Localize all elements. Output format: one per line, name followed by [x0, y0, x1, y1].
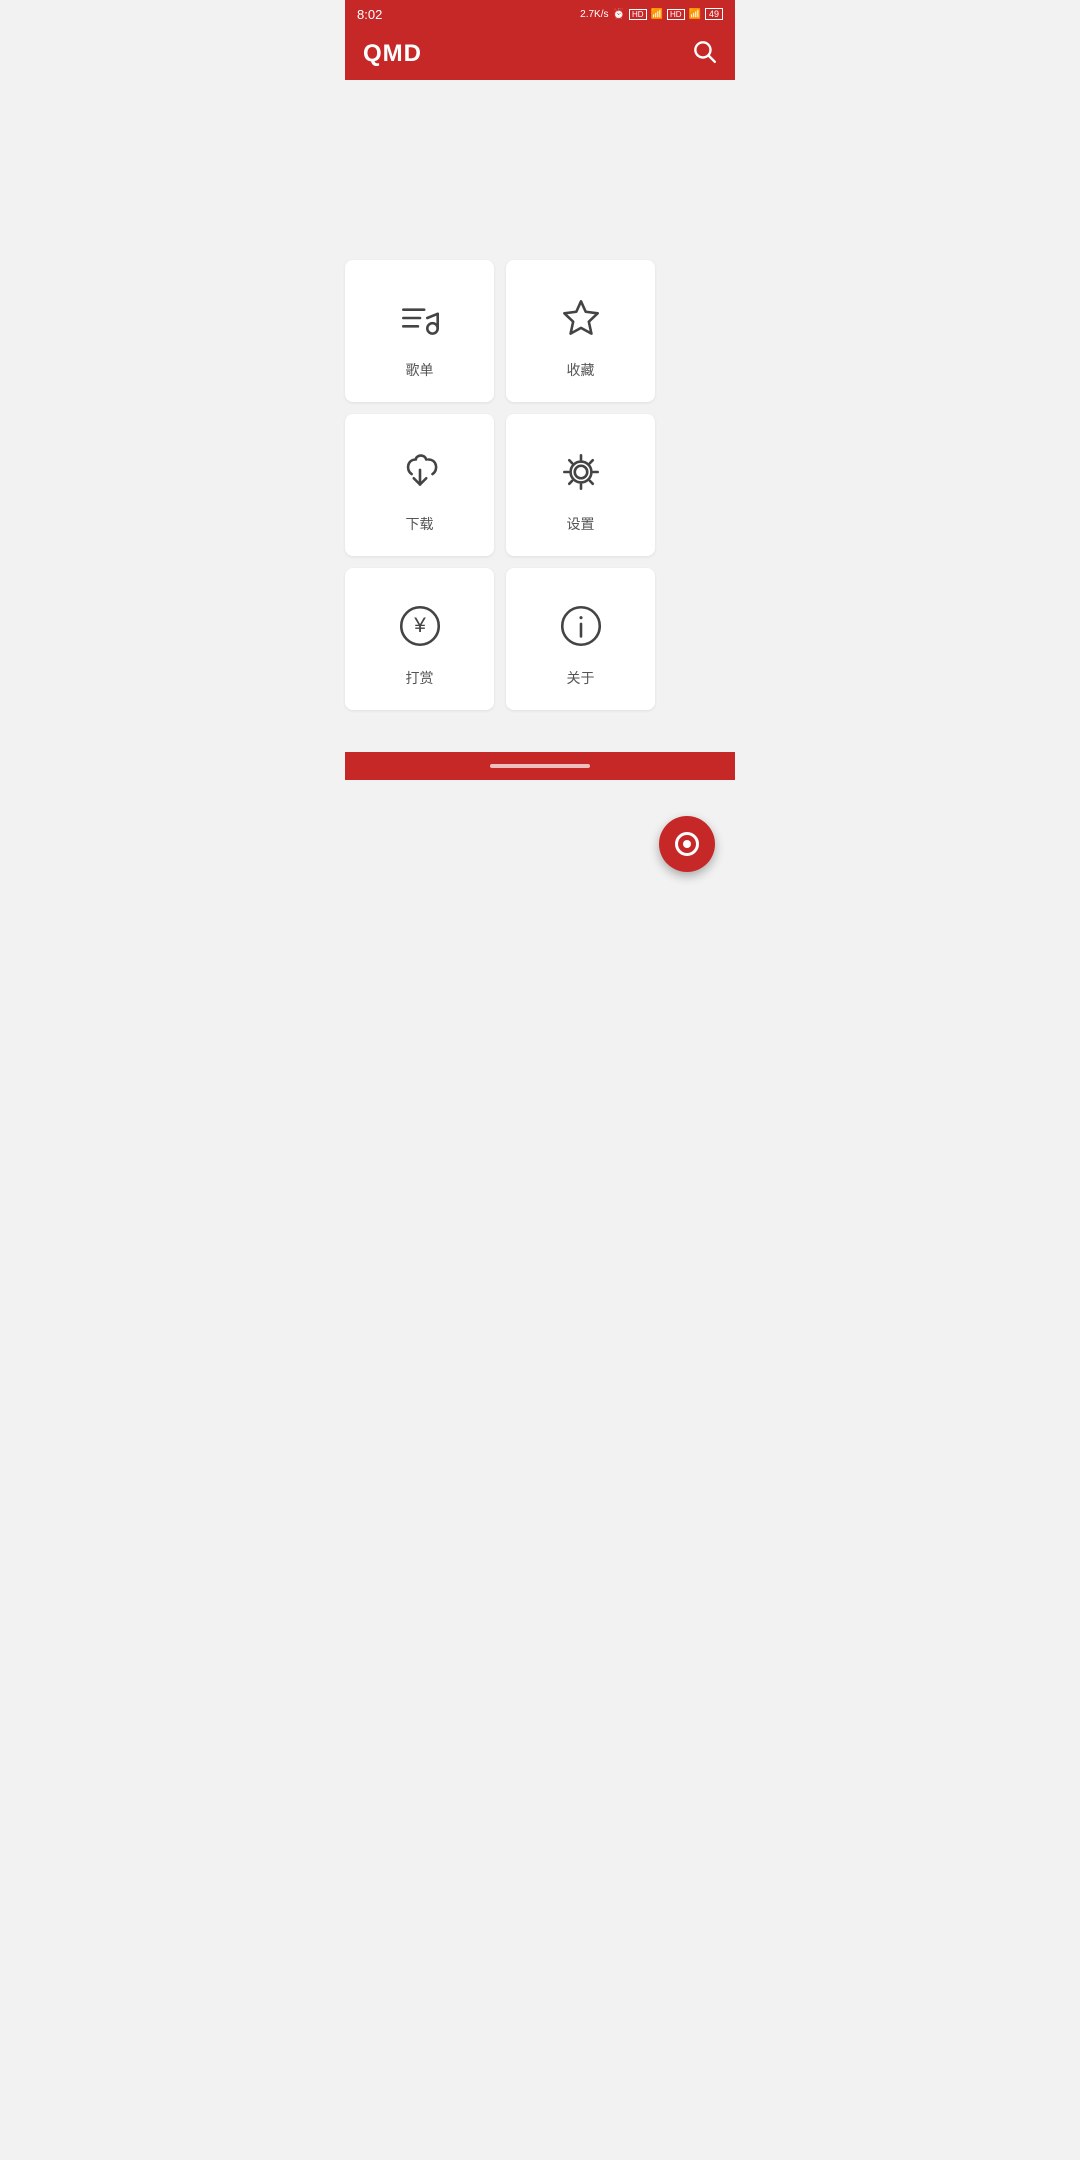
music-list-icon: [392, 290, 448, 346]
search-button[interactable]: [691, 38, 717, 70]
home-indicator: [490, 764, 590, 768]
playlist-label: 歌单: [406, 360, 434, 380]
info-icon: [553, 598, 609, 654]
download-icon: [392, 444, 448, 500]
battery-icon: 49: [705, 8, 723, 20]
settings-label: 设置: [567, 514, 595, 534]
menu-item-download[interactable]: 下载: [345, 414, 494, 556]
about-label: 关于: [567, 668, 595, 688]
settings-icon: [553, 444, 609, 500]
yen-icon: ¥: [392, 598, 448, 654]
hd-badge: HD: [629, 9, 647, 20]
now-playing-fab[interactable]: [659, 816, 715, 872]
star-icon: [553, 290, 609, 346]
hd-badge-2: HD: [667, 9, 685, 20]
fab-ring: [675, 832, 699, 856]
app-header: QMD: [345, 28, 735, 80]
status-time: 8:02: [357, 7, 382, 22]
menu-item-settings[interactable]: 设置: [506, 414, 655, 556]
menu-item-about[interactable]: 关于: [506, 568, 655, 710]
menu-item-playlist[interactable]: 歌单: [345, 260, 494, 402]
bottom-navigation-bar: [345, 752, 735, 780]
svg-text:¥: ¥: [413, 614, 426, 637]
menu-item-tip[interactable]: ¥ 打赏: [345, 568, 494, 710]
app-title: QMD: [363, 40, 422, 68]
signal-icon-2: 📶: [689, 9, 701, 20]
content-area: 歌单 收藏 下载: [345, 260, 735, 932]
download-label: 下载: [406, 514, 434, 534]
status-bar: 8:02 2.7K/s ⏰ HD 📶 HD 📶 49: [345, 0, 735, 28]
fab-dot: [683, 840, 691, 848]
tip-label: 打赏: [406, 668, 434, 688]
status-right-icons: 2.7K/s ⏰ HD 📶 HD 📶 49: [580, 8, 723, 20]
network-speed: 2.7K/s: [580, 9, 608, 20]
clock-icon: ⏰: [613, 9, 625, 20]
menu-grid: 歌单 收藏 下载: [345, 260, 655, 710]
menu-item-favorites[interactable]: 收藏: [506, 260, 655, 402]
signal-icon: 📶: [651, 9, 663, 20]
favorites-label: 收藏: [567, 360, 595, 380]
